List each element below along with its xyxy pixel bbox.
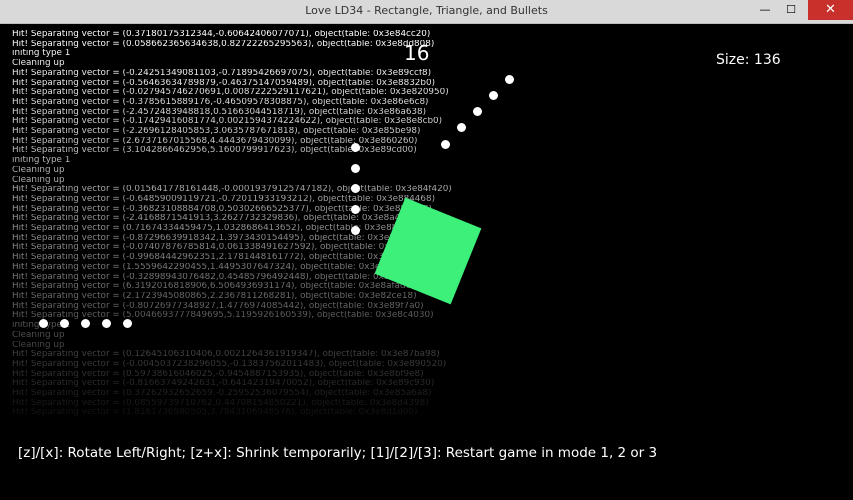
window-titlebar[interactable]: Love LD34 - Rectangle, Triangle, and Bul… [0,0,853,24]
log-line: Cleaning up [12,59,65,69]
log-line: initing type 1 [12,321,70,331]
bullet [39,319,48,328]
close-icon: ✕ [825,2,836,17]
log-line: Hit! Separating vector = (0.372629326526… [12,389,432,399]
log-line: Hit! Separating vector = (0.085597397107… [12,398,429,408]
log-line: Hit! Separating vector = (-0.02794574627… [12,88,449,98]
log-line: Hit! Separating vector = (-0.99684442962… [12,253,427,263]
log-line: Cleaning up [12,165,65,175]
log-line: Hit! Separating vector = (0.126451063104… [12,350,440,360]
bullet [60,319,69,328]
log-line: Hit! Separating vector = (-0.00450372382… [12,359,447,369]
log-line: Hit! Separating vector = (3.104286646295… [12,146,417,156]
bullet [505,75,514,84]
log-line: Hit! Separating vector = (-2.45724839488… [12,107,427,117]
log-line: Hit! Separating vector = (-0.32898943076… [12,272,432,282]
bullet [123,319,132,328]
maximize-button[interactable]: ☐ [778,2,804,22]
bullet [489,91,498,100]
log-line: Hit! Separating vector = (-2.26961284058… [12,127,421,137]
controls-help: [z]/[x]: Rotate Left/Right; [z+x]: Shrin… [18,445,658,461]
close-button[interactable]: ✕ [808,0,853,20]
log-line: Hit! Separating vector = (-0.64859009119… [12,194,436,204]
log-line: Hit! Separating vector = (1.555964229045… [12,262,418,272]
bullet [457,123,466,132]
bullet [351,143,360,152]
log-line: Hit! Separating vector = (0.058662365634… [12,39,435,49]
game-canvas[interactable]: Hit! Separating vector = (0.371801753123… [8,24,845,492]
bullet [351,205,360,214]
score-counter: 16 [404,41,430,65]
bullet [102,319,111,328]
size-readout: Size: 136 [716,52,781,68]
bullet [351,164,360,173]
minimize-button[interactable]: — [752,2,778,22]
bullet [81,319,90,328]
log-line: Hit! Separating vector = (0.371801753123… [12,30,431,39]
log-line: Hit! Separating vector = (-0.37856158891… [12,97,429,107]
log-line: Hit! Separating vector = (2.673716701556… [12,136,418,146]
log-line: Hit! Separating vector = (-0.24251349081… [12,68,432,78]
bullet [473,107,482,116]
maximize-icon: ☐ [786,3,796,16]
log-line: Hit! Separating vector = (5.004669377784… [12,311,434,321]
log-line: Hit! Separating vector = (-0.56463634789… [12,78,436,88]
log-line: Hit! Separating vector = (-0.36823108884… [12,204,432,214]
log-line: Cleaning up [12,330,65,340]
log-line: initing type 1 [12,49,71,59]
log-line: Cleaning up [12,175,65,185]
log-line: Hit! Separating vector = (-2.41688715419… [12,214,418,224]
log-line: Cleaning up [12,340,65,350]
bullet [351,226,360,235]
bullet [441,140,450,149]
log-line: Hit! Separating vector = (0.015641778161… [12,185,452,195]
log-line: Hit! Separating vector = (-0.17429416081… [12,117,443,127]
log-line: Hit! Separating vector = (2.172394508086… [12,291,417,301]
log-line: Hit! Separating vector = (6.319201681890… [12,282,415,292]
window-title: Love LD34 - Rectangle, Triangle, and Bul… [305,4,548,17]
log-line: Hit! Separating vector = (1.816173698050… [12,408,418,418]
log-line: Hit! Separating vector = (0.597386160460… [12,369,424,379]
log-line: initing type 1 [12,156,71,166]
log-line: Hit! Separating vector = (-0.81663749242… [12,379,435,389]
bullet [351,184,360,193]
minimize-icon: — [759,3,771,16]
log-line: Hit! Separating vector = (-0.80726977348… [12,301,424,311]
